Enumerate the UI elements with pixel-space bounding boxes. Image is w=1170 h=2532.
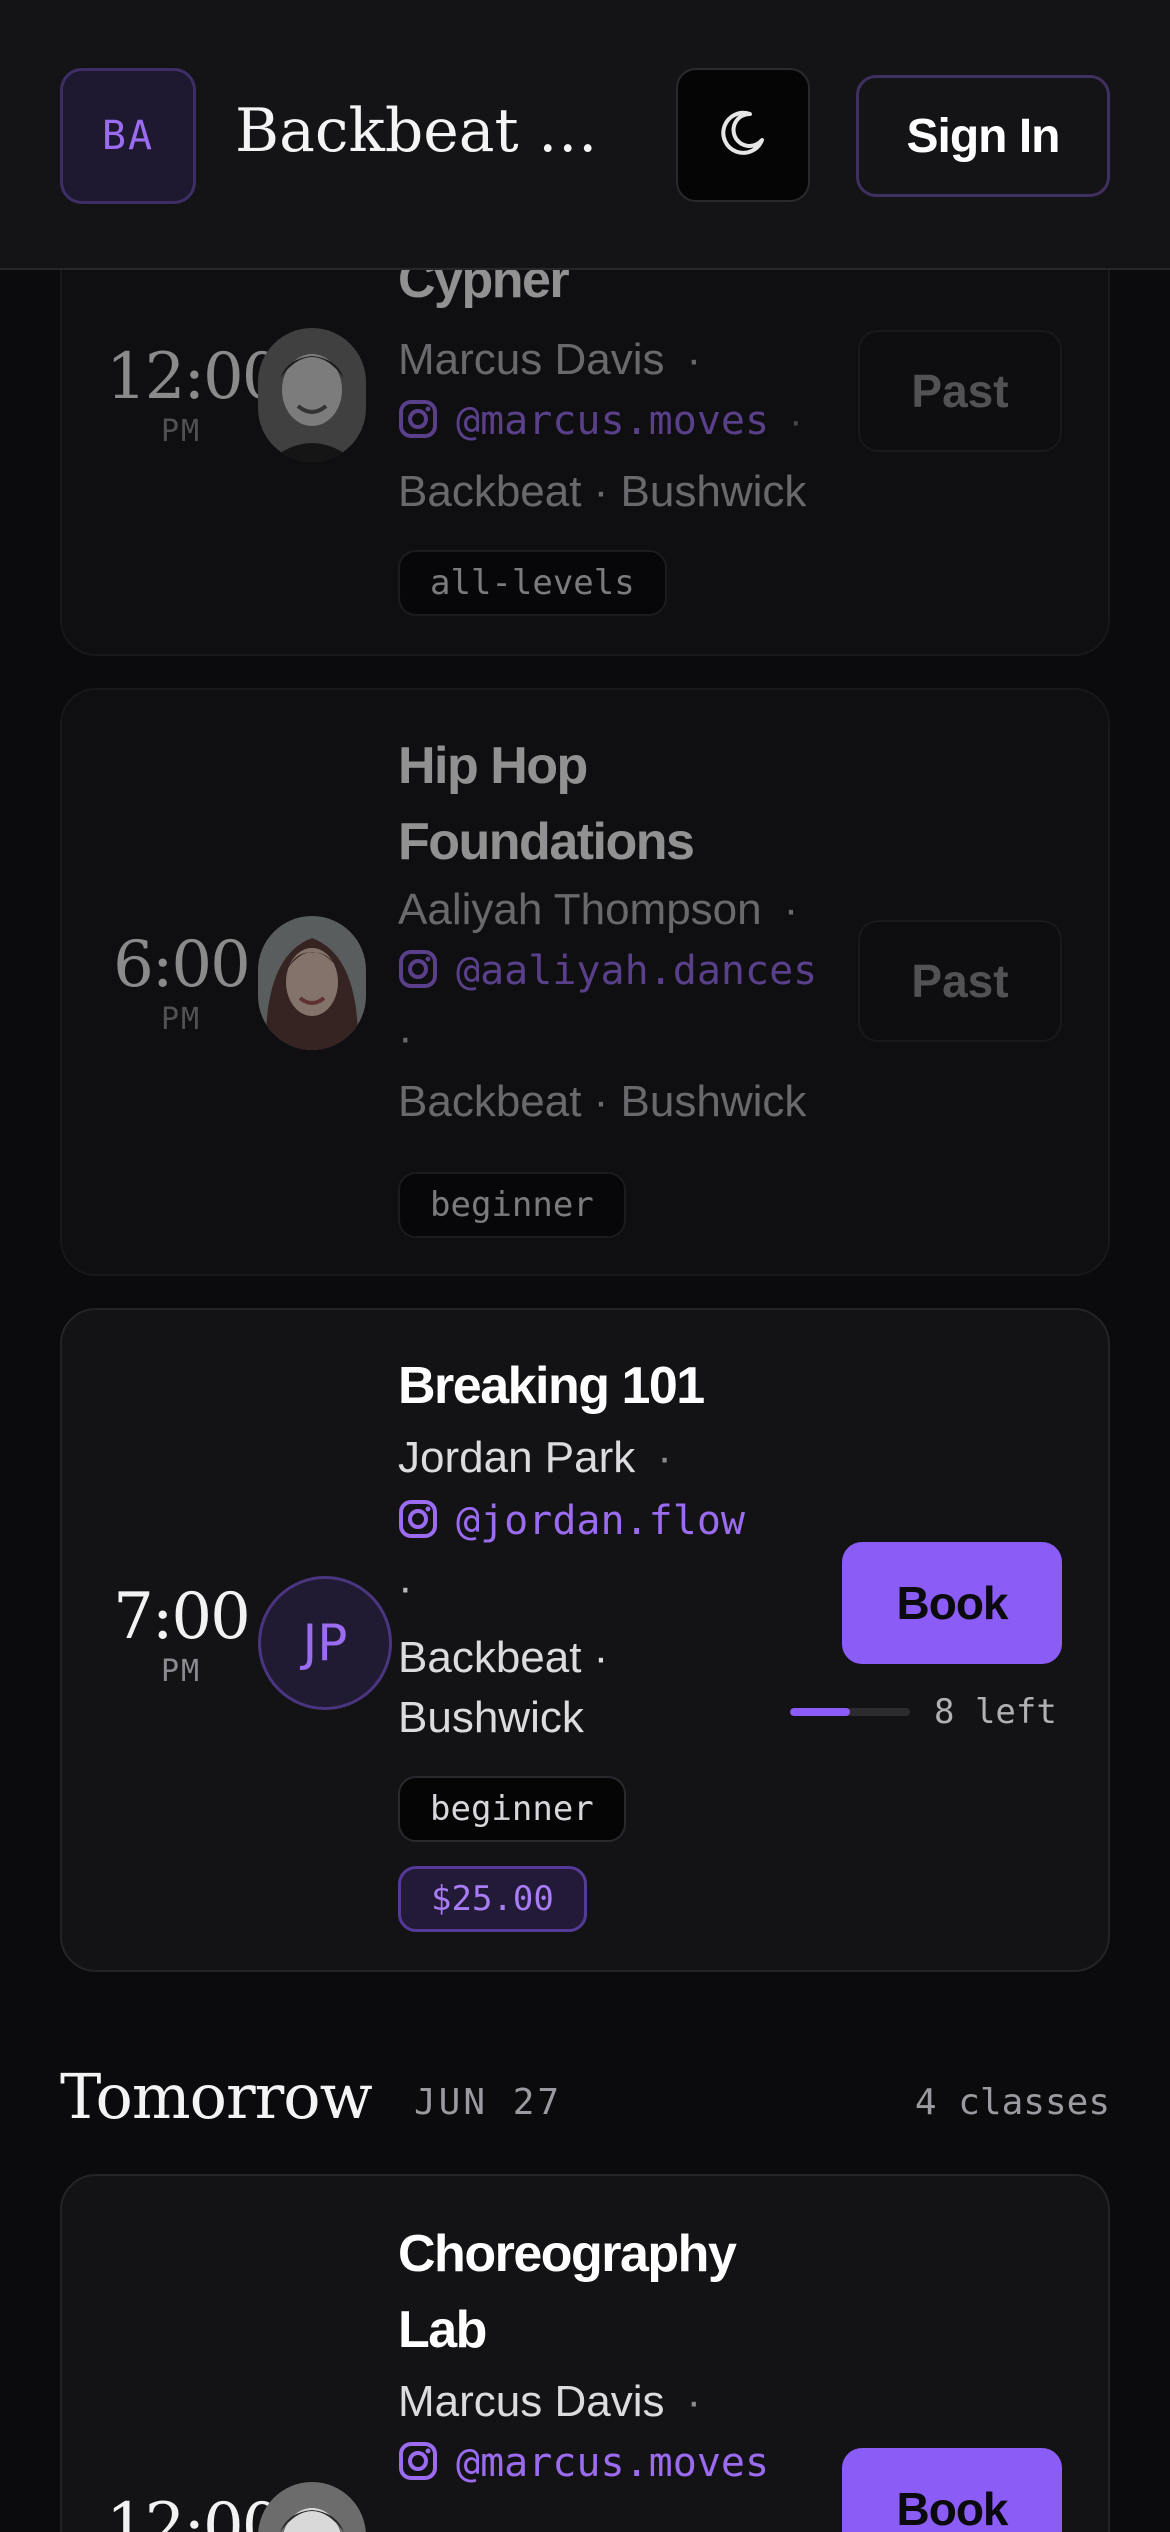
level-tag: all-levels [398,550,667,616]
past-button: Past [858,330,1062,452]
instagram-handle: @marcus.moves [456,398,770,444]
past-button: Past [858,920,1062,1042]
studio-name: Backbeat Studio [235,96,605,166]
level-tag: beginner [398,1172,626,1238]
instagram-handle: @marcus.moves [456,2440,770,2486]
instagram-handle: @aaliyah.dances [456,948,818,994]
sign-in-button[interactable]: Sign In [856,75,1110,197]
studio-logo[interactable]: BA [60,68,196,204]
class-time: 6:00 [113,928,251,1002]
app-header: BA Backbeat Studio Sign In [0,0,1170,270]
spots-left: 8 left [934,1692,1057,1732]
class-time: 12:00 [106,340,282,414]
instagrm-link[interactable]: @marcus.moves [398,2440,769,2486]
class-title: Hip Hop Foundations [398,737,695,871]
instagram-link[interactable]: @jordan.flow [398,1498,745,1544]
instagram-handle: @jordan.flow [456,1498,745,1544]
class-card-choreography-lab[interactable]: Choreography Lab Marcus Davis · @marcus.m… [60,2174,1110,2532]
instructor-name: Marcus Davis · [398,2377,702,2426]
separator-dot: · [398,1013,413,1062]
class-time: 12:00 [106,2490,282,2532]
capacity-bar [790,1708,910,1716]
day-date: JUN 27 [414,2082,563,2123]
instructor-name: Aaliyah Thompson · [398,885,799,934]
instagram-link[interactable]: @aaliyah.dances [398,948,817,994]
class-time: 7:00 [113,1580,251,1654]
day-class-count: 4 classes [914,2082,1110,2123]
capacity-fill [790,1708,850,1716]
class-location: Backbeat · Bushwick [398,1633,609,1742]
class-location: Backbeat · Bushwick [398,1077,807,1126]
class-ampm: PM [160,1654,202,1689]
class-title: Choreography Lab [398,2225,737,2359]
separator-dot: · [398,1563,413,1612]
moon-icon [716,106,770,165]
class-ampm: PM [160,1002,202,1037]
instagram-link[interactable]: @marcus.moves · [398,398,802,444]
level-tag: beginner [398,1776,626,1842]
price-tag: $25.00 [398,1866,587,1932]
class-card-breaking-101[interactable]: Breaking 101 7:00 PM JP Jordan Park · @jo… [60,1308,1110,1972]
instagram-icon [398,399,438,444]
class-title: Breaking 101 [398,1357,705,1415]
instagram-icon [398,1499,438,1544]
day-heading: Tomorrow [60,2060,373,2133]
class-location: Backbeat · Bushwick [398,467,807,516]
instagram-icon [398,2441,438,2486]
instructor-name: Marcus Davis · [398,335,702,384]
instructor-name: Jordan Park · [398,1433,672,1482]
class-card-hip-hop-foundations[interactable]: Hip Hop Foundations 6:00 PM Aaliyah Thom… [60,688,1110,1276]
instructor-avatar [258,328,366,462]
class-ampm: PM [160,414,202,449]
book-button[interactable]: Book [842,1542,1062,1664]
schedule-page: Cypher 12:00 PM Marcus Davis · @marcus.mo… [0,0,1170,2532]
theme-toggle-button[interactable] [676,68,810,202]
instagram-icon [398,949,438,994]
book-button[interactable]: Book [842,2448,1062,2532]
instructor-avatar [258,916,366,1050]
instructor-avatar: JP [258,1576,392,1710]
